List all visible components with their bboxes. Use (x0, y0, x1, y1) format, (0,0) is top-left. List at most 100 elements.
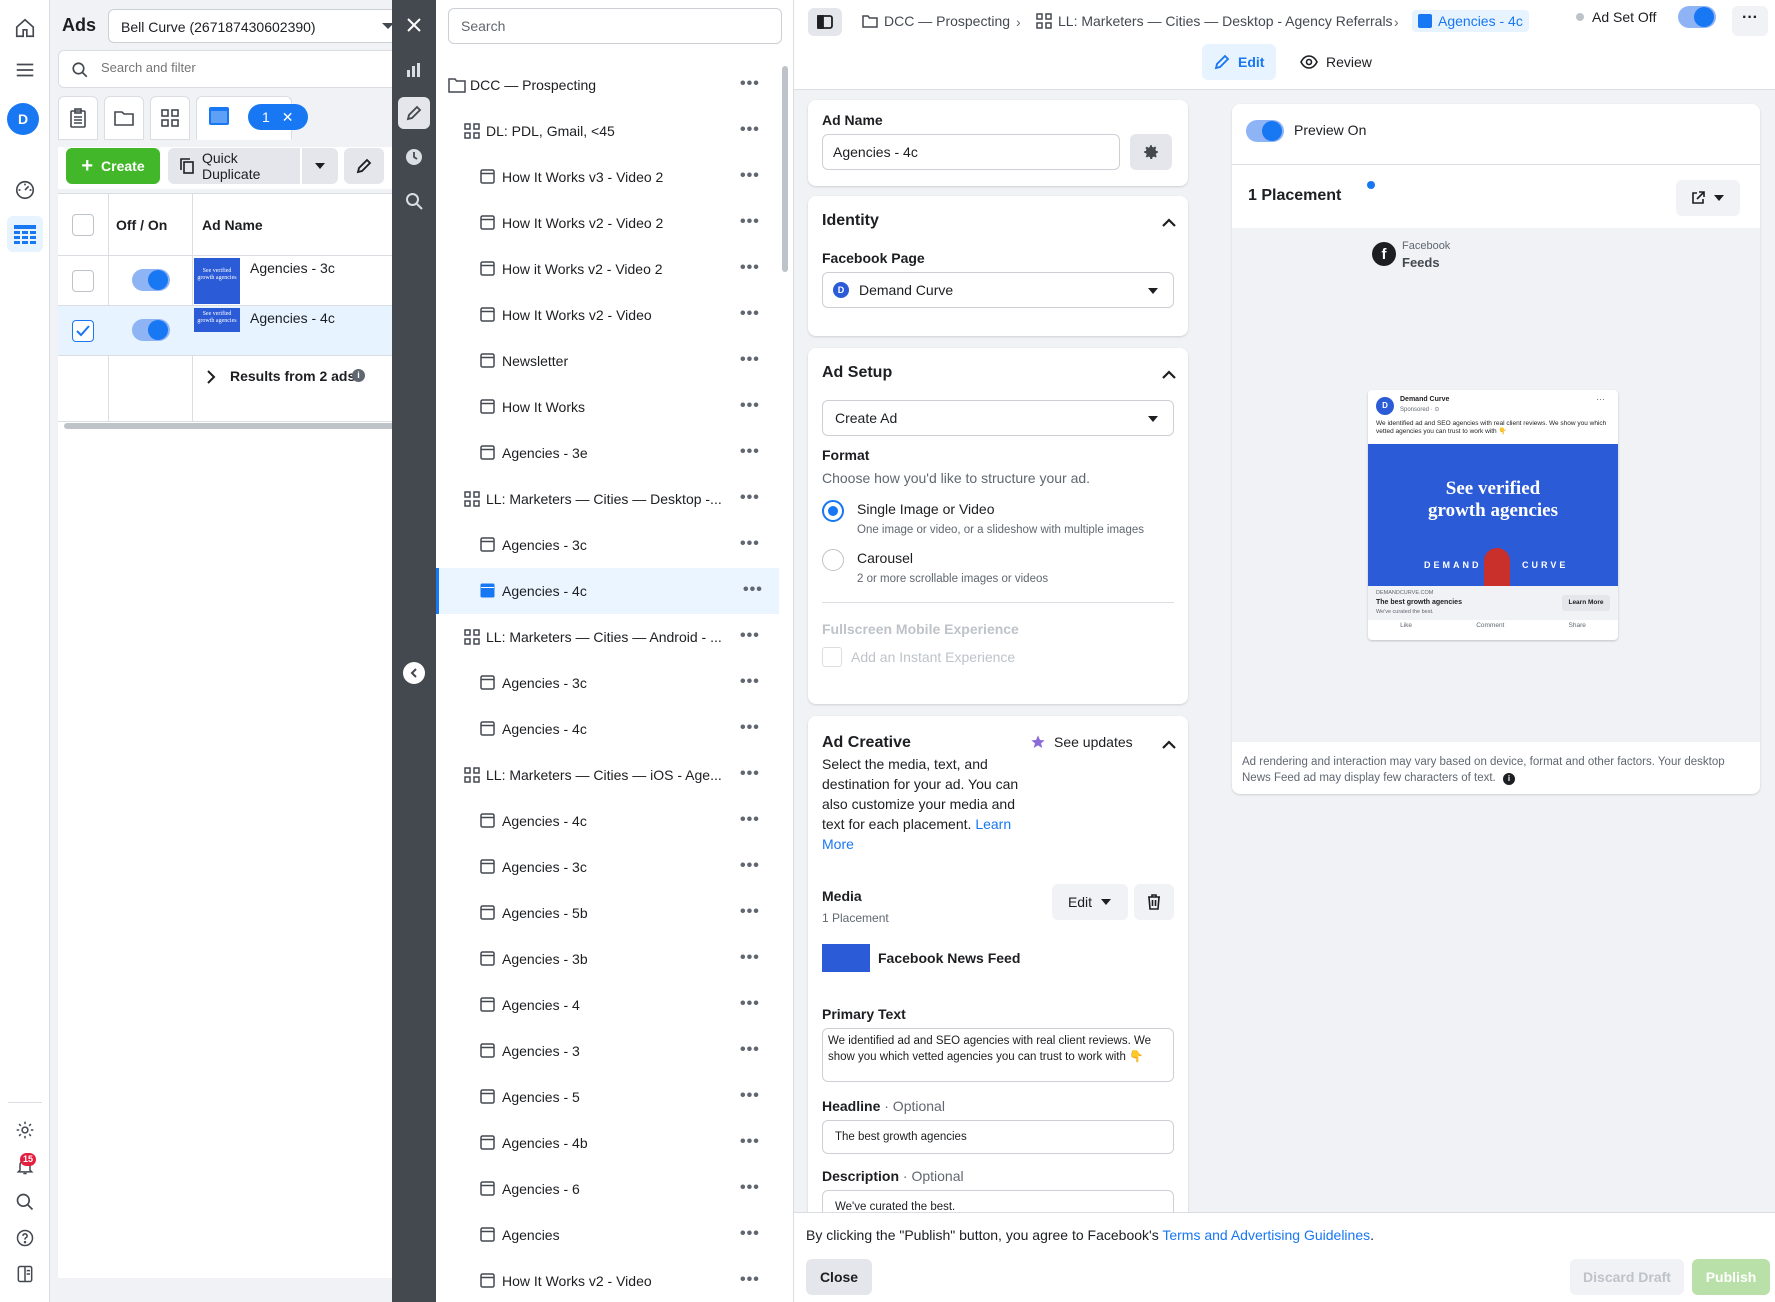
tree-item-ad[interactable]: Agencies - 3c ••• (436, 522, 779, 568)
more-options-icon[interactable]: ••• (740, 1041, 760, 1059)
gear-icon[interactable] (1130, 134, 1172, 170)
chevron-right-icon[interactable] (206, 370, 216, 384)
info-icon[interactable]: i (352, 369, 365, 382)
table-icon[interactable] (7, 216, 43, 252)
search-icon[interactable] (7, 1184, 43, 1220)
open-preview-button[interactable] (1676, 180, 1740, 216)
pencil-icon[interactable] (398, 97, 430, 129)
more-options-icon[interactable]: ••• (740, 535, 760, 553)
row-toggle[interactable] (132, 319, 170, 341)
more-options-icon[interactable]: ••• (740, 443, 760, 461)
breadcrumb-campaign[interactable]: DCC — Prospecting (862, 13, 1010, 29)
tree-item-ad[interactable]: How It Works v2 - Video ••• (436, 1258, 779, 1302)
sidebar-toggle-icon[interactable] (808, 8, 842, 36)
setup-select[interactable]: Create Ad (822, 400, 1174, 436)
table-row[interactable]: See verified growth agencies Agencies - … (58, 306, 398, 356)
help-icon[interactable] (7, 1220, 43, 1256)
breadcrumb-ad[interactable]: Agencies - 4c (1412, 10, 1529, 32)
tree-item-ad[interactable]: Agencies - 3b ••• (436, 936, 779, 982)
more-options-icon[interactable]: ••• (740, 1133, 760, 1151)
tree-item-ad[interactable]: How It Works v2 - Video 2 ••• (436, 200, 779, 246)
create-button[interactable]: + Create (66, 148, 160, 184)
tree-item-ad[interactable]: Agencies - 4b ••• (436, 1120, 779, 1166)
more-options-icon[interactable]: ••• (740, 765, 760, 783)
see-updates-link[interactable]: See updates (1030, 734, 1133, 750)
more-options-icon[interactable]: ••• (740, 213, 760, 231)
ad-name[interactable]: Agencies - 4c (250, 310, 335, 326)
more-options-icon[interactable]: ••• (740, 305, 760, 323)
share-button[interactable]: Share (1569, 622, 1586, 629)
more-options-icon[interactable]: ••• (740, 75, 760, 93)
tree-item-campaign[interactable]: DCC — Prospecting ••• (436, 62, 779, 108)
more-options-icon[interactable]: ••• (740, 719, 760, 737)
edit-button[interactable] (344, 148, 384, 184)
close-icon[interactable]: ✕ (282, 109, 294, 126)
adsets-tab-icon[interactable] (150, 96, 190, 140)
more-options-icon[interactable]: ••• (740, 811, 760, 829)
more-options-icon[interactable]: ••• (740, 1087, 760, 1105)
tree-item-ad[interactable]: How It Works ••• (436, 384, 779, 430)
tree-item-adset[interactable]: LL: Marketers — Cities — iOS - Age... ••• (436, 752, 779, 798)
format-single-radio[interactable] (822, 500, 844, 522)
avatar[interactable]: D (7, 103, 39, 135)
more-options-icon[interactable]: ••• (740, 949, 760, 967)
more-options-icon[interactable]: ••• (743, 581, 763, 599)
adset-toggle[interactable] (1678, 6, 1716, 28)
more-options-icon[interactable]: ••• (740, 167, 760, 185)
chevron-up-icon[interactable] (1162, 370, 1176, 379)
horizontal-scrollbar[interactable] (64, 423, 394, 429)
tree-item-ad[interactable]: How It Works v3 - Video 2 ••• (436, 154, 779, 200)
format-carousel-label[interactable]: Carousel (857, 550, 913, 566)
ad-name-input[interactable]: Agencies - 4c (822, 134, 1120, 170)
trash-icon[interactable] (1134, 884, 1174, 920)
like-button[interactable]: Like (1400, 622, 1412, 629)
report-icon[interactable] (7, 1256, 43, 1292)
fb-page-select[interactable]: D Demand Curve (822, 272, 1174, 308)
chevron-up-icon[interactable] (1162, 740, 1176, 749)
selected-chip[interactable]: 1 ✕ (248, 104, 308, 130)
col-header-toggle[interactable]: Off / On (116, 217, 167, 233)
tree-item-ad[interactable]: Agencies - 3e ••• (436, 430, 779, 476)
more-options-icon[interactable]: ••• (740, 857, 760, 875)
home-icon[interactable] (7, 10, 43, 46)
select-all-checkbox[interactable] (72, 214, 94, 236)
comment-button[interactable]: Comment (1476, 622, 1504, 629)
more-options-icon[interactable]: ••• (740, 1179, 760, 1197)
tab-review[interactable]: Review (1288, 44, 1384, 80)
tree-item-ad[interactable]: Agencies - 4 ••• (436, 982, 779, 1028)
tree-item-ad[interactable]: Agencies - 3c ••• (436, 660, 779, 706)
terms-link[interactable]: Terms and Advertising Guidelines (1162, 1227, 1370, 1243)
tree-search-input[interactable]: Search (448, 8, 782, 44)
more-options-icon[interactable]: ••• (740, 259, 760, 277)
media-edit-button[interactable]: Edit (1052, 884, 1128, 920)
more-options-icon[interactable]: ••• (740, 489, 760, 507)
tree-item-ad[interactable]: Newsletter ••• (436, 338, 779, 384)
tree-item-ad[interactable]: Agencies - 6 ••• (436, 1166, 779, 1212)
more-options-icon[interactable]: ••• (740, 351, 760, 369)
search-input[interactable] (101, 60, 381, 75)
collapse-panel-button[interactable] (403, 662, 425, 684)
clock-icon[interactable] (398, 141, 430, 173)
chevron-up-icon[interactable] (1162, 218, 1176, 227)
publish-button[interactable]: Publish (1692, 1259, 1770, 1295)
tree-item-adset[interactable]: LL: Marketers — Cities — Android - ... ••… (436, 614, 779, 660)
primary-text-input[interactable]: We identified ad and SEO agencies with r… (822, 1028, 1174, 1082)
more-options-icon[interactable]: ··· (1732, 6, 1768, 36)
folder-tab-icon[interactable] (104, 96, 144, 140)
tab-edit[interactable]: Edit (1202, 44, 1277, 80)
ad-name[interactable]: Agencies - 3c (250, 260, 335, 276)
table-row[interactable]: See verified growth agencies Agencies - … (58, 256, 398, 306)
close-button[interactable]: Close (806, 1259, 872, 1295)
tree-item-ad[interactable]: Agencies - 5b ••• (436, 890, 779, 936)
post-cta-button[interactable]: Learn More (1562, 595, 1610, 611)
row-checkbox[interactable] (72, 270, 94, 292)
tree-item-ad[interactable]: Agencies - 3c ••• (436, 844, 779, 890)
duplicate-dropdown[interactable] (302, 148, 338, 184)
row-checkbox-checked[interactable] (72, 320, 94, 342)
close-icon[interactable] (398, 9, 430, 41)
gear-icon[interactable] (7, 1112, 43, 1148)
tree-scrollbar[interactable] (782, 66, 788, 272)
tree-item-adset[interactable]: DL: PDL, Gmail, <45 ••• (436, 108, 779, 154)
campaigns-tab-icon[interactable] (58, 96, 98, 140)
more-options-icon[interactable]: ••• (740, 397, 760, 415)
